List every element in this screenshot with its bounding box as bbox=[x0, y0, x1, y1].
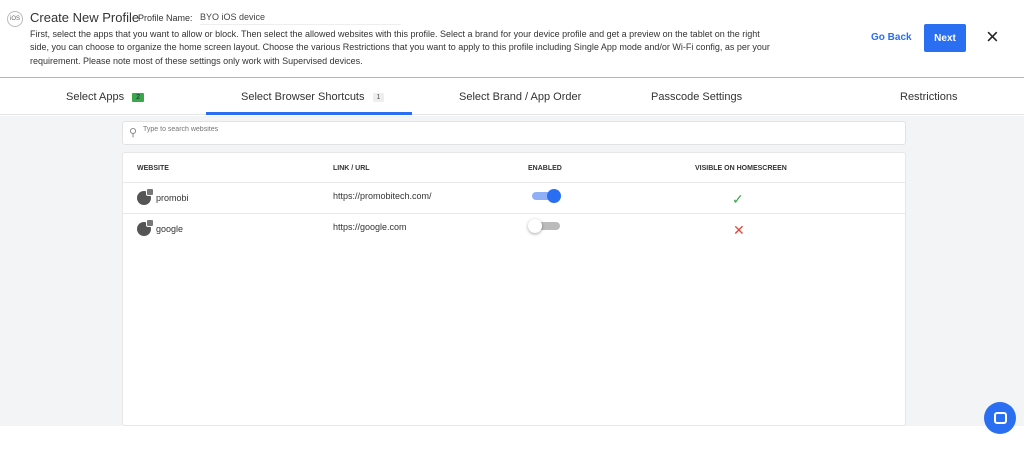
enabled-toggle[interactable] bbox=[532, 189, 562, 203]
page-title: Create New Profile bbox=[30, 10, 140, 25]
websites-table: WEBSITE LINK / URL ENABLED VISIBLE ON HO… bbox=[122, 152, 906, 426]
toggle-knob bbox=[547, 189, 561, 203]
tab-select-browser-shortcuts[interactable]: Select Browser Shortcuts 1 bbox=[241, 79, 385, 115]
cross-icon: ✕ bbox=[733, 222, 745, 238]
search-input[interactable] bbox=[143, 126, 843, 133]
next-button[interactable]: Next bbox=[924, 24, 966, 52]
ios-icon: iOS bbox=[7, 11, 23, 27]
website-name: promobi bbox=[156, 193, 189, 203]
chat-button[interactable] bbox=[984, 402, 1016, 434]
column-header-enabled: ENABLED bbox=[528, 165, 562, 172]
website-name: google bbox=[156, 224, 184, 234]
tab-label: Passcode Settings bbox=[651, 91, 743, 103]
check-icon: ✓ bbox=[732, 191, 744, 207]
globe-lock-icon bbox=[137, 219, 154, 236]
main-content: ⚲ WEBSITE LINK / URL ENABLED VISIBLE ON … bbox=[0, 116, 1024, 426]
description: First, select the apps that you want to … bbox=[30, 29, 770, 66]
close-icon[interactable]: × bbox=[986, 26, 999, 48]
tab-select-apps[interactable]: Select Apps 2 bbox=[66, 79, 144, 115]
tab-label: Restrictions bbox=[900, 91, 958, 103]
column-header-visible: VISIBLE ON HOMESCREEN bbox=[695, 165, 787, 172]
tab-restrictions[interactable]: Restrictions bbox=[900, 79, 957, 115]
tab-bar: Select Apps 2 Select Browser Shortcuts 1 S… bbox=[0, 79, 1024, 115]
tab-label: Select Browser Shortcuts bbox=[241, 91, 365, 103]
go-back-button[interactable]: Go Back bbox=[871, 32, 912, 43]
count-badge: 1 bbox=[372, 92, 385, 102]
header: iOS Create New Profile Profile Name: BYO… bbox=[0, 0, 1024, 78]
tab-label: Select Brand / App Order bbox=[459, 91, 582, 103]
search-icon: ⚲ bbox=[129, 127, 138, 139]
table-row: google https://google.com ✕ bbox=[123, 213, 905, 244]
column-header-website: WEBSITE bbox=[137, 165, 169, 172]
profile-name-field[interactable]: BYO iOS device bbox=[200, 12, 401, 25]
website-url: https://promobitech.com/ bbox=[333, 191, 432, 201]
globe-lock-icon bbox=[137, 188, 154, 205]
chat-icon bbox=[993, 412, 1007, 424]
search-box[interactable]: ⚲ bbox=[122, 121, 906, 145]
count-badge: 2 bbox=[132, 92, 144, 102]
tab-select-brand[interactable]: Select Brand / App Order bbox=[459, 79, 581, 115]
toggle-knob bbox=[528, 219, 542, 233]
tab-passcode-settings[interactable]: Passcode Settings bbox=[651, 79, 742, 115]
active-tab-indicator bbox=[206, 112, 412, 115]
footer bbox=[0, 426, 1024, 462]
enabled-toggle[interactable] bbox=[528, 219, 560, 233]
profile-name-label: Profile Name: bbox=[138, 13, 193, 23]
column-header-url: LINK / URL bbox=[333, 165, 370, 172]
tab-label: Select Apps bbox=[66, 91, 125, 103]
table-row: promobi https://promobitech.com/ ✓ bbox=[123, 182, 905, 213]
website-url: https://google.com bbox=[333, 222, 407, 232]
